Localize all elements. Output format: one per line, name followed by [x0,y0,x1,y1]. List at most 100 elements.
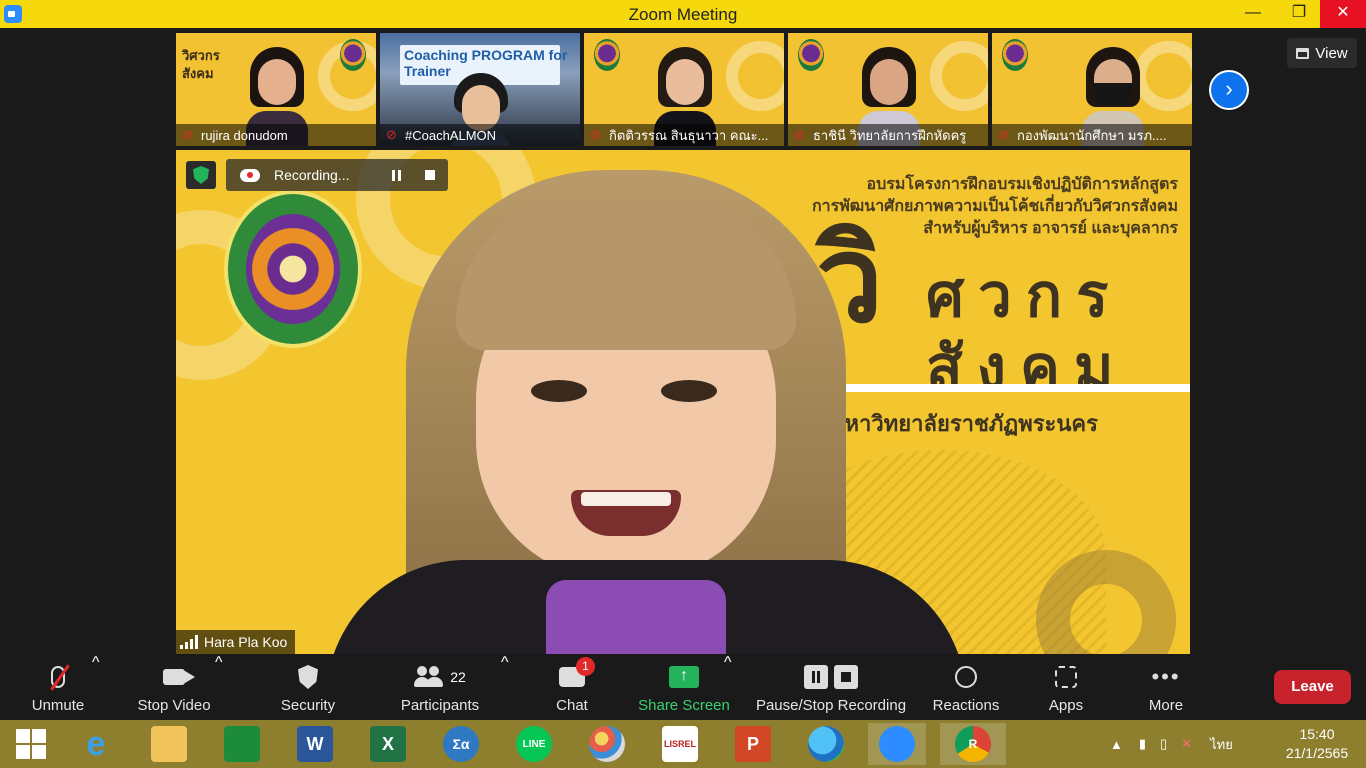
active-speaker-video[interactable]: อบรมโครงการฝึกอบรมเชิงปฏิบัติการหลักสูตร… [176,150,1190,654]
unmute-button[interactable]: Unmute [18,654,98,720]
university-seal-icon [594,39,620,71]
name-label: ⊘ #CoachALMON [380,124,580,146]
video-camera-icon [163,669,195,685]
title-bar: Zoom Meeting — ❐ ✕ [0,0,1366,28]
share-options-caret[interactable]: ^ [724,654,732,720]
signal-strength-icon [180,635,198,649]
speaker-figure [326,170,966,654]
view-button[interactable]: View [1287,38,1357,68]
taskbar-app[interactable] [140,723,198,765]
word-icon: W [297,726,333,762]
battery-icon[interactable]: ▯ [1160,736,1167,752]
stop-recording-button[interactable] [413,159,447,191]
pause-recording-button[interactable] [379,159,413,191]
network-icon[interactable]: ▮ [1139,736,1146,752]
share-screen-button[interactable]: Share Screen [634,654,734,720]
taskbar-app[interactable]: Σα [432,723,490,765]
volume-muted-icon[interactable]: ✕ [1181,736,1192,752]
taskbar-app[interactable] [578,723,636,765]
pause-stop-recording-label: Pause/Stop Recording [755,697,907,714]
taskbar-app[interactable] [868,723,926,765]
taskbar-app[interactable] [213,723,271,765]
participant-thumbnail[interactable]: ⊘ ธาชินี วิทยาลัยการฝึกหัดครู [788,33,988,146]
gear-decoration [726,41,784,111]
close-button[interactable]: ✕ [1320,0,1366,28]
participant-name: #CoachALMON [405,127,497,143]
share-screen-label: Share Screen [638,697,730,714]
more-button[interactable]: ••• More [1136,654,1196,720]
chat-label: Chat [556,697,588,714]
university-seal-logo [224,190,362,348]
recording-indicator: Recording... [226,159,448,191]
minimize-button[interactable]: — [1230,0,1276,28]
cloud-recording-icon [240,168,260,182]
leave-button[interactable]: Leave [1274,670,1351,704]
input-language[interactable]: ไทย [1210,734,1233,755]
lisrel-icon: LISREL [662,726,698,762]
math-input-icon: Σα [443,726,479,762]
security-button[interactable]: Security [268,654,348,720]
system-tray: ▲ ▮ ▯ ✕ ไทย [1110,720,1233,768]
muted-mic-icon: ⊘ [794,127,805,142]
reactions-label: Reactions [932,697,1000,714]
taskbar-app[interactable]: R [940,723,1006,765]
taskbar-app[interactable] [797,723,855,765]
powerpoint-icon: P [735,726,771,762]
taskbar-app[interactable]: X [359,723,417,765]
share-screen-icon [669,666,699,688]
participants-icon [414,666,444,688]
taskbar-app[interactable]: LISREL [651,723,709,765]
name-label: ⊘ กิตติวรรณ สินธุนาวา คณะ... [584,124,784,146]
university-seal-icon [1002,39,1028,71]
apps-label: Apps [1048,697,1084,714]
pause-stop-recording-button[interactable]: Pause/Stop Recording [752,654,910,720]
audio-options-caret[interactable]: ^ [92,654,100,720]
name-label: ⊘ ธาชินี วิทยาลัยการฝึกหัดครู [788,124,988,146]
participants-label: Participants [400,697,480,714]
participant-thumbnail[interactable]: ⊘ กิตติวรรณ สินธุนาวา คณะ... [584,33,784,146]
university-seal-icon [798,39,824,71]
participant-thumbnail[interactable]: Coaching PROGRAM for Trainer ⊘ #CoachALM… [380,33,580,146]
stop-video-button[interactable]: Stop Video [130,654,218,720]
reactions-button[interactable]: Reactions [926,654,1006,720]
excel-icon: X [370,726,406,762]
chrome-icon: R [955,726,991,762]
store-icon [224,726,260,762]
paint-icon [589,726,625,762]
encryption-shield-icon[interactable] [186,161,216,189]
windows-logo-icon [16,729,46,759]
name-label: ⊘ rujira donudom [176,124,376,146]
participant-thumbnail[interactable]: วิศวกร สังคม ⊘ rujira donudom [176,33,376,146]
taskbar-app[interactable]: LINE [505,723,563,765]
window-title: Zoom Meeting [628,5,738,24]
participants-options-caret[interactable]: ^ [501,654,509,720]
recording-label: Recording... [274,167,350,183]
next-page-arrow-icon[interactable]: › [1209,70,1249,110]
internet-explorer-icon: e [86,724,106,763]
meeting-controls: Unmute ^ Stop Video ^ Security 22 Partic… [0,654,1366,720]
maximize-button[interactable]: ❐ [1276,0,1322,28]
taskbar-app[interactable]: e [67,723,125,765]
muted-mic-icon: ⊘ [182,127,193,142]
name-label: ⊘ กองพัฒนานักศึกษา มรภ.... [992,124,1192,146]
view-label: View [1315,44,1348,62]
video-options-caret[interactable]: ^ [215,654,223,720]
apps-button[interactable]: Apps [1036,654,1096,720]
stop-video-label: Stop Video [137,697,211,714]
participant-name: ธาชินี วิทยาลัยการฝึกหัดครู [813,127,967,143]
apps-icon [1055,666,1077,688]
participant-thumbnail[interactable]: ⊘ กองพัฒนานักศึกษา มรภ.... [992,33,1192,146]
unmute-label: Unmute [31,697,85,714]
view-grid-icon [1296,47,1310,59]
show-hidden-icons-caret[interactable]: ▲ [1110,737,1123,752]
pause-stop-recording-icon [804,665,858,689]
muted-mic-icon: ⊘ [998,127,1009,142]
participants-button[interactable]: 22 Participants [390,654,490,720]
participant-name: กิตติวรรณ สินธุนาวา คณะ... [609,127,769,143]
start-button[interactable] [2,723,60,765]
more-dots-icon: ••• [1151,664,1181,689]
taskbar-clock[interactable]: 15:40 21/1/2565 [1272,725,1362,763]
participant-name: กองพัฒนานักศึกษา มรภ.... [1017,127,1167,143]
taskbar-app[interactable]: W [286,723,344,765]
taskbar-app[interactable]: P [724,723,782,765]
